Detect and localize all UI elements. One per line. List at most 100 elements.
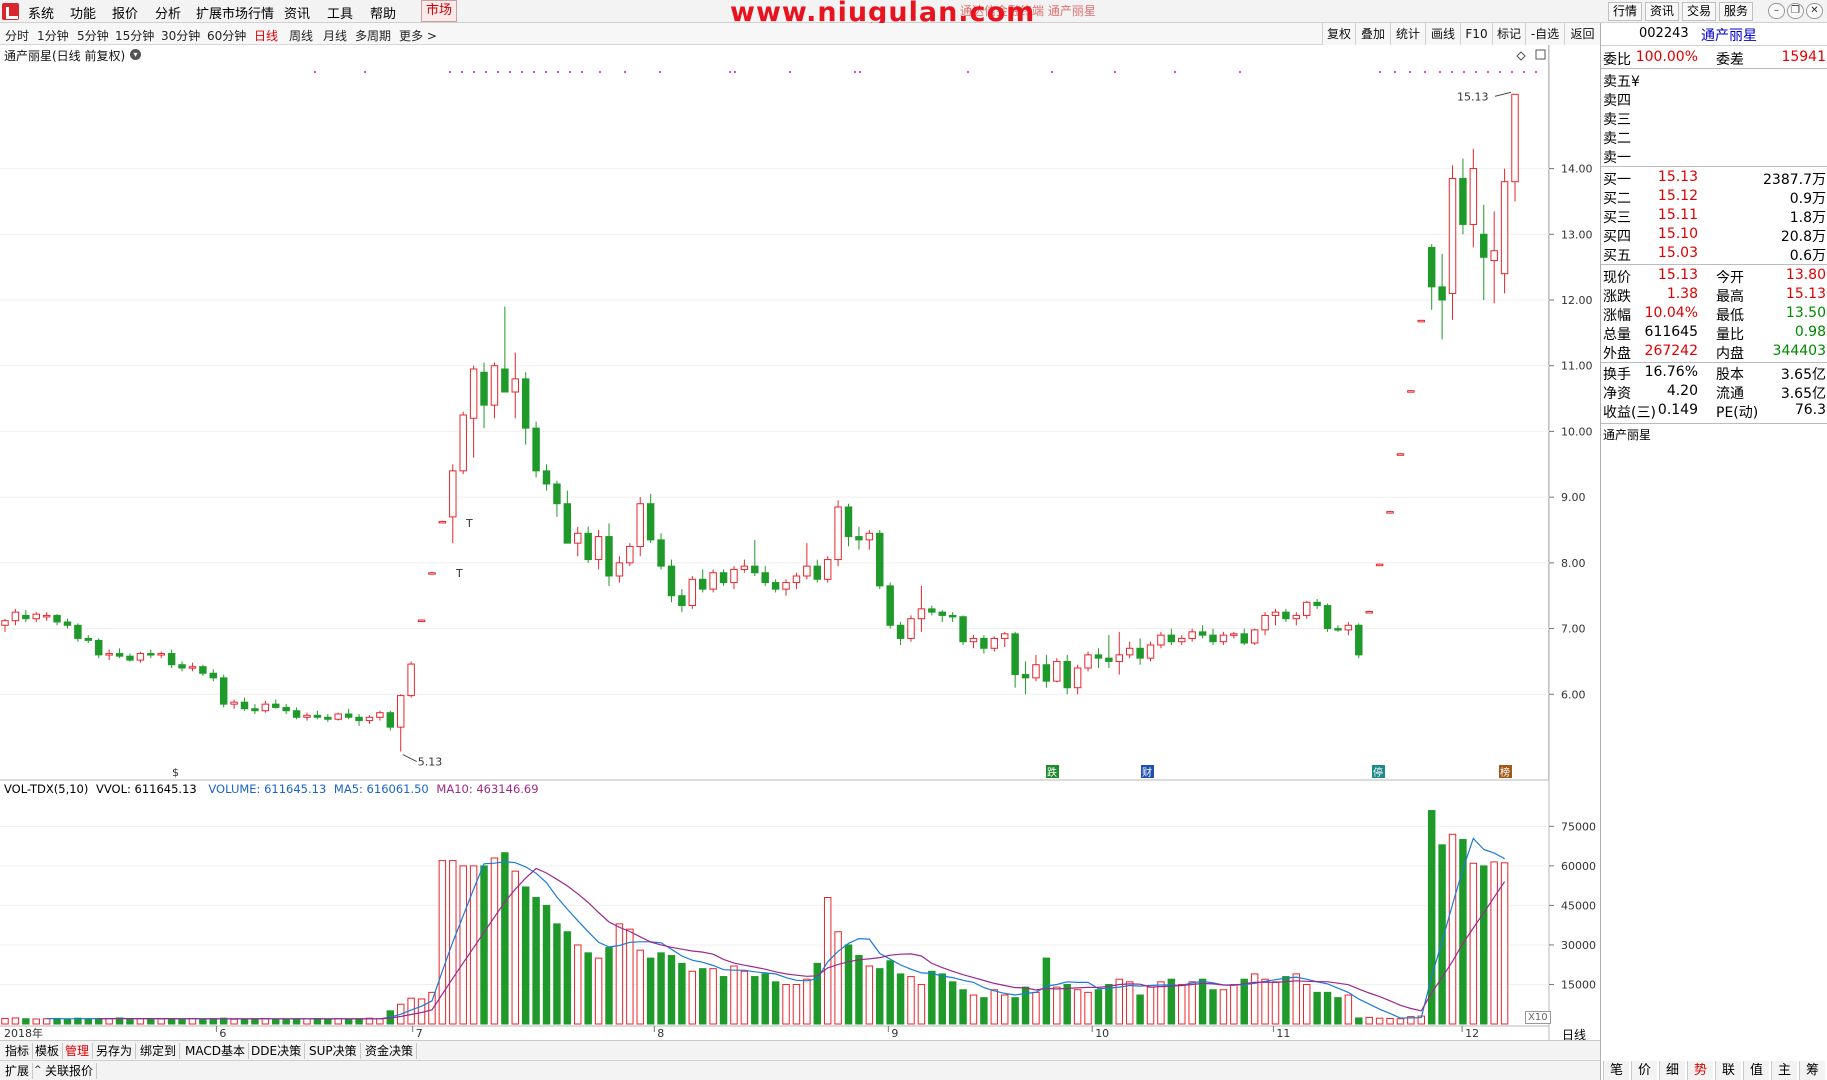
signal-dot — [580, 70, 584, 74]
candle-down — [167, 653, 176, 666]
buy-label: 买一 — [1603, 172, 1631, 188]
volume-bar — [1230, 983, 1238, 1025]
tab-dde[interactable]: DDE决策 — [248, 1043, 306, 1059]
candle-down — [292, 710, 301, 718]
tab-service[interactable]: 服务 — [1719, 2, 1753, 21]
restore-icon[interactable]: ❐ — [1787, 3, 1804, 19]
panel-tab[interactable]: 筹 — [1799, 1061, 1825, 1080]
tab-manage[interactable]: 管理 — [62, 1043, 94, 1059]
volume-indicator-name[interactable]: VOL-TDX(5,10) — [4, 782, 88, 796]
volume-bar — [136, 1018, 145, 1025]
volume-bar — [719, 976, 728, 1025]
volume-bar — [1, 1017, 9, 1025]
volume-tick-label: 75000 — [1561, 820, 1596, 833]
tab-template[interactable]: 模板 — [32, 1043, 64, 1059]
candle-down — [147, 653, 155, 656]
tab-sup[interactable]: SUP决策 — [306, 1043, 361, 1059]
signal-dot — [544, 70, 548, 74]
volume-bar — [94, 1017, 103, 1025]
quote-row: 总量 611645 量比 0.98 — [1601, 324, 1827, 343]
buy-row[interactable]: 买二 15.12 0.9万 — [1601, 188, 1827, 207]
sell-row[interactable]: 卖五¥ — [1601, 71, 1827, 90]
candle-up — [626, 545, 634, 564]
signal-dot — [733, 70, 737, 74]
candle-down — [386, 712, 395, 728]
event-marker: 跌 — [1047, 766, 1057, 779]
sell-row[interactable]: 卖一 — [1601, 147, 1827, 166]
buy-volume: 0.6万 — [1789, 248, 1826, 264]
volume-bar — [584, 952, 592, 1025]
candle-up — [136, 653, 145, 661]
minimize-icon[interactable]: – — [1768, 3, 1785, 19]
price-tick-label: 12.00 — [1561, 294, 1593, 307]
month-label: 8 — [657, 1027, 664, 1040]
buy-row[interactable]: 买四 15.10 20.8万 — [1601, 226, 1827, 245]
price-tick-label: 6.00 — [1561, 688, 1586, 701]
tab-bind[interactable]: 绑定到 — [137, 1043, 181, 1059]
signal-dot — [1450, 70, 1454, 74]
quote-label: 现价 — [1603, 270, 1631, 286]
signal-dot — [1423, 70, 1427, 74]
sell-row[interactable]: 卖三 — [1601, 109, 1827, 128]
panel-tab[interactable]: 联 — [1715, 1061, 1741, 1080]
quote-value: 10.04% — [1644, 305, 1698, 321]
tab-macd[interactable]: MACD基本 — [182, 1043, 249, 1059]
close-icon[interactable]: ✕ — [1806, 3, 1823, 19]
tab-extend[interactable]: 扩展 — [2, 1063, 34, 1079]
candle-up — [449, 470, 457, 518]
sell-row[interactable]: 卖四 — [1601, 90, 1827, 109]
intraday-title: 通产丽星 — [1603, 428, 1652, 442]
caret-up-icon[interactable]: ^ — [34, 1065, 42, 1075]
candle-up — [803, 565, 811, 577]
buy-row[interactable]: 买三 15.11 1.8万 — [1601, 207, 1827, 226]
buy-row[interactable]: 买五 15.03 0.6万 — [1601, 245, 1827, 264]
candle-up — [740, 565, 749, 570]
tab-save-as[interactable]: 另存为 — [93, 1043, 137, 1059]
volume-bar — [667, 954, 676, 1025]
panel-tab[interactable]: 细 — [1659, 1061, 1685, 1080]
quote-label: 内盘 — [1716, 346, 1744, 362]
candle-up — [459, 414, 467, 472]
tab-trade[interactable]: 交易 — [1682, 2, 1716, 21]
signal-dot — [658, 70, 662, 74]
price-tick-label: 7.00 — [1561, 623, 1586, 636]
panel-tab[interactable]: 值 — [1743, 1061, 1769, 1080]
volume-bar — [1480, 865, 1488, 1025]
tab-fund[interactable]: 资金决策 — [362, 1043, 418, 1059]
volume-bar — [1375, 1017, 1384, 1025]
quote-value: 0.149 — [1657, 402, 1698, 418]
stock-name[interactable]: 通产丽星 — [1701, 25, 1757, 45]
volume-bar — [709, 968, 717, 1025]
candle-up — [261, 703, 270, 712]
panel-tab[interactable]: 笔 — [1603, 1061, 1629, 1080]
candle-up — [1500, 181, 1509, 275]
tab-info[interactable]: 资讯 — [1645, 2, 1679, 21]
volume-bar — [230, 1018, 238, 1025]
volume-bar — [698, 968, 707, 1025]
sell-row[interactable]: 卖二 — [1601, 128, 1827, 147]
quote-row: 现价 15.13 今开 13.80 — [1601, 267, 1827, 286]
candle-down — [126, 655, 134, 661]
panel-tab[interactable]: 势 — [1687, 1061, 1713, 1080]
low-pointer — [402, 754, 417, 762]
t-marker: T — [465, 517, 473, 530]
volume-bar — [1000, 994, 1009, 1025]
volume-bar — [334, 1018, 342, 1025]
volume-bar — [761, 973, 769, 1025]
candle-up — [1032, 664, 1040, 679]
signal-dot — [788, 70, 792, 74]
panel-tab[interactable]: 主 — [1771, 1061, 1797, 1080]
volume-bar — [1386, 1017, 1394, 1025]
candle-down — [355, 716, 363, 722]
tab-related-quote[interactable]: 关联报价 — [42, 1063, 98, 1079]
tab-market[interactable]: 行情 — [1608, 2, 1642, 21]
buy-row[interactable]: 买一 15.13 2387.7万 — [1601, 169, 1827, 188]
vvol-value: VVOL: 611645.13 — [96, 782, 197, 796]
tab-indicator[interactable]: 指标 — [2, 1043, 34, 1059]
volume-bar — [896, 973, 905, 1025]
volume-bar — [823, 897, 832, 1025]
signal-dot — [313, 70, 317, 74]
month-label: 12 — [1465, 1027, 1479, 1040]
candle-down — [719, 572, 728, 584]
panel-tab[interactable]: 价 — [1631, 1061, 1657, 1080]
